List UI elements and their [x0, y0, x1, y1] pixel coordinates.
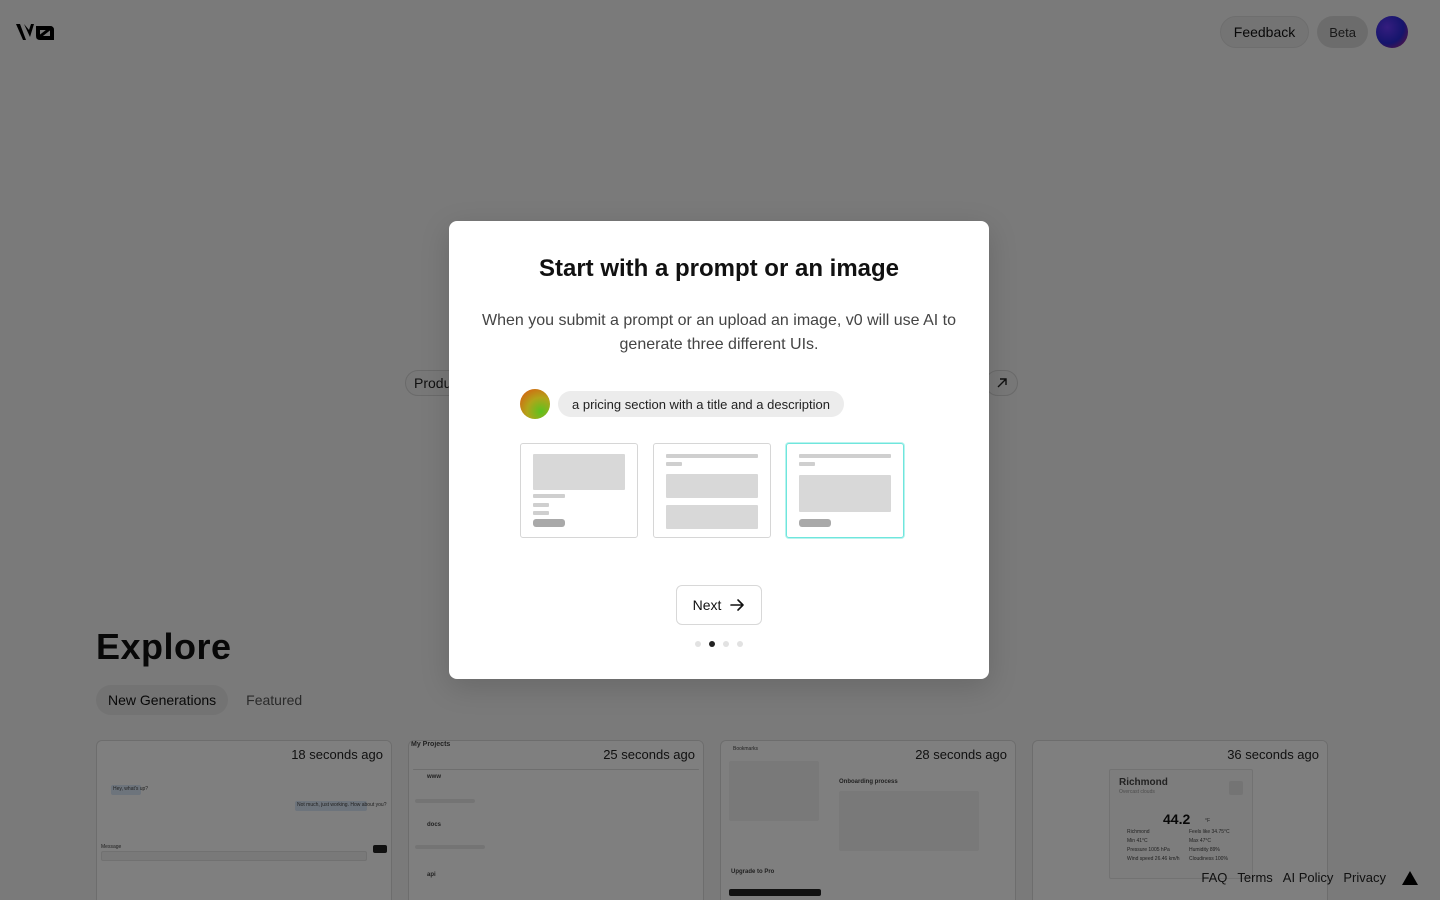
arrow-right-icon — [730, 599, 745, 611]
ui-variant-preview-1 — [520, 443, 638, 538]
dialog-description: When you submit a prompt or an upload an… — [481, 312, 957, 353]
step-dot[interactable] — [737, 641, 743, 647]
step-dot[interactable] — [723, 641, 729, 647]
next-button[interactable]: Next — [676, 585, 762, 625]
step-dot-active[interactable] — [709, 641, 715, 647]
step-indicator — [695, 641, 743, 647]
demo-prompt-bubble: a pricing section with a title and a des… — [558, 391, 844, 417]
ui-variant-preview-2 — [653, 443, 771, 538]
onboarding-dialog: Start with a prompt or an image When you… — [449, 221, 989, 679]
demo-user-avatar — [520, 389, 550, 419]
dialog-title: Start with a prompt or an image — [538, 255, 900, 282]
step-dot[interactable] — [695, 641, 701, 647]
ui-variant-preview-3 — [786, 443, 904, 538]
next-label: Next — [692, 597, 722, 613]
